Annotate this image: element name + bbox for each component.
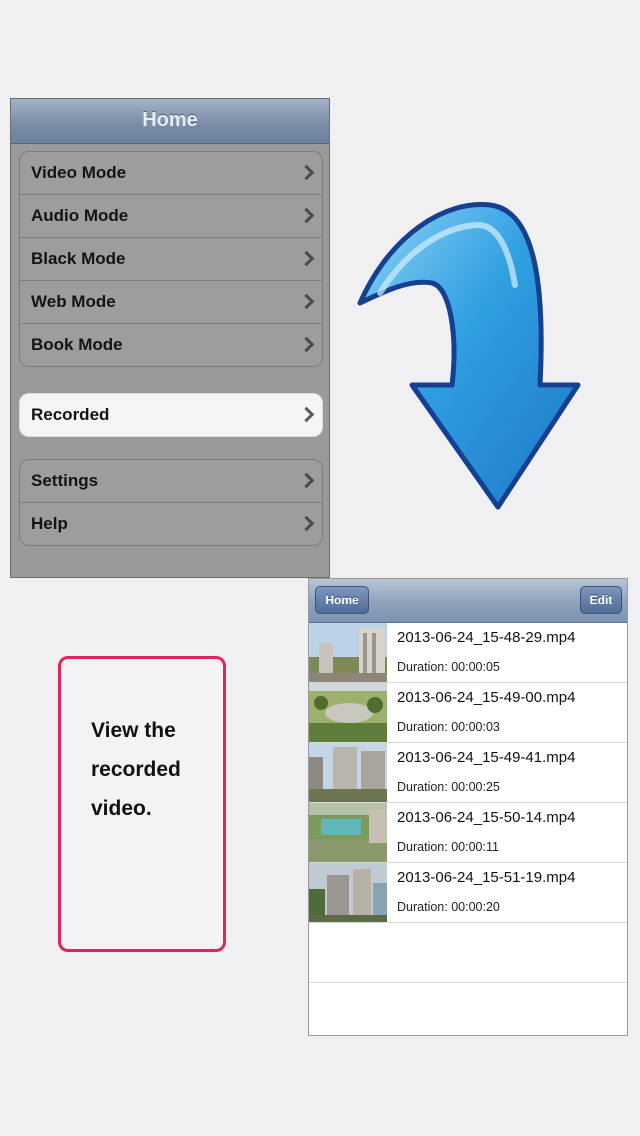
menu-item-label: Recorded [31, 405, 110, 424]
menu-item-black-mode[interactable]: Black Mode [20, 238, 322, 281]
curved-arrow-down-icon [350, 195, 590, 515]
menu-item-help[interactable]: Help [20, 503, 322, 545]
video-thumbnail [309, 803, 387, 862]
empty-row [309, 923, 627, 983]
modes-group: Video Mode Audio Mode Black Mode Web Mod… [19, 151, 323, 367]
note-line: video. [91, 797, 152, 820]
video-list-item[interactable]: 2013-06-24_15-51-19.mp4 Duration: 00:00:… [309, 863, 627, 923]
chevron-right-icon [298, 472, 315, 489]
chevron-right-icon [298, 164, 315, 181]
extra-group: Settings Help [19, 459, 323, 546]
note-line: recorded [91, 758, 181, 781]
menu-item-label: Black Mode [31, 249, 126, 268]
chevron-right-icon [298, 406, 315, 423]
menu-item-label: Help [31, 514, 68, 533]
edit-button[interactable]: Edit [580, 586, 622, 614]
video-duration: Duration: 00:00:20 [397, 900, 500, 914]
recorded-screen: Home Edit 2013-06-24_15-48-29.mp4 Durati… [308, 578, 628, 1036]
menu-item-label: Audio Mode [31, 206, 129, 225]
video-thumbnail [309, 683, 387, 742]
chevron-right-icon [298, 336, 315, 353]
video-thumbnail [309, 863, 387, 922]
video-duration: Duration: 00:00:05 [397, 660, 500, 674]
video-filename: 2013-06-24_15-51-19.mp4 [397, 869, 576, 886]
video-list-item[interactable]: 2013-06-24_15-48-29.mp4 Duration: 00:00:… [309, 623, 627, 683]
menu-item-label: Settings [31, 471, 99, 490]
menu-item-recorded[interactable]: Recorded [20, 394, 322, 436]
home-title: Home [142, 109, 198, 131]
menu-item-label: Book Mode [31, 335, 123, 354]
video-filename: 2013-06-24_15-49-00.mp4 [397, 689, 576, 706]
video-filename: 2013-06-24_15-50-14.mp4 [397, 809, 576, 826]
note-line: View the [91, 719, 176, 742]
recorded-navbar: Home Edit [309, 579, 627, 623]
home-screen: Home Video Mode Audio Mode Black Mode We… [10, 98, 330, 578]
video-filename: 2013-06-24_15-48-29.mp4 [397, 629, 576, 646]
instruction-note: View the recorded video. [58, 656, 226, 952]
menu-item-book-mode[interactable]: Book Mode [20, 324, 322, 366]
menu-item-label: Web Mode [31, 292, 116, 311]
menu-item-audio-mode[interactable]: Audio Mode [20, 195, 322, 238]
chevron-right-icon [298, 293, 315, 310]
video-list-item[interactable]: 2013-06-24_15-50-14.mp4 Duration: 00:00:… [309, 803, 627, 863]
menu-item-label: Video Mode [31, 163, 127, 182]
video-thumbnail [309, 623, 387, 682]
video-duration: Duration: 00:00:11 [397, 840, 499, 854]
video-duration: Duration: 00:00:25 [397, 780, 500, 794]
home-back-button[interactable]: Home [315, 586, 369, 614]
chevron-right-icon [298, 250, 315, 267]
recorded-group: Recorded [19, 393, 323, 437]
menu-item-settings[interactable]: Settings [20, 460, 322, 503]
chevron-right-icon [298, 207, 315, 224]
video-thumbnail [309, 743, 387, 802]
chevron-right-icon [298, 515, 315, 532]
home-navbar: Home [11, 99, 329, 144]
video-list-item[interactable]: 2013-06-24_15-49-00.mp4 Duration: 00:00:… [309, 683, 627, 743]
video-duration: Duration: 00:00:03 [397, 720, 500, 734]
menu-item-video-mode[interactable]: Video Mode [20, 152, 322, 195]
video-filename: 2013-06-24_15-49-41.mp4 [397, 749, 576, 766]
video-list-item[interactable]: 2013-06-24_15-49-41.mp4 Duration: 00:00:… [309, 743, 627, 803]
menu-item-web-mode[interactable]: Web Mode [20, 281, 322, 324]
